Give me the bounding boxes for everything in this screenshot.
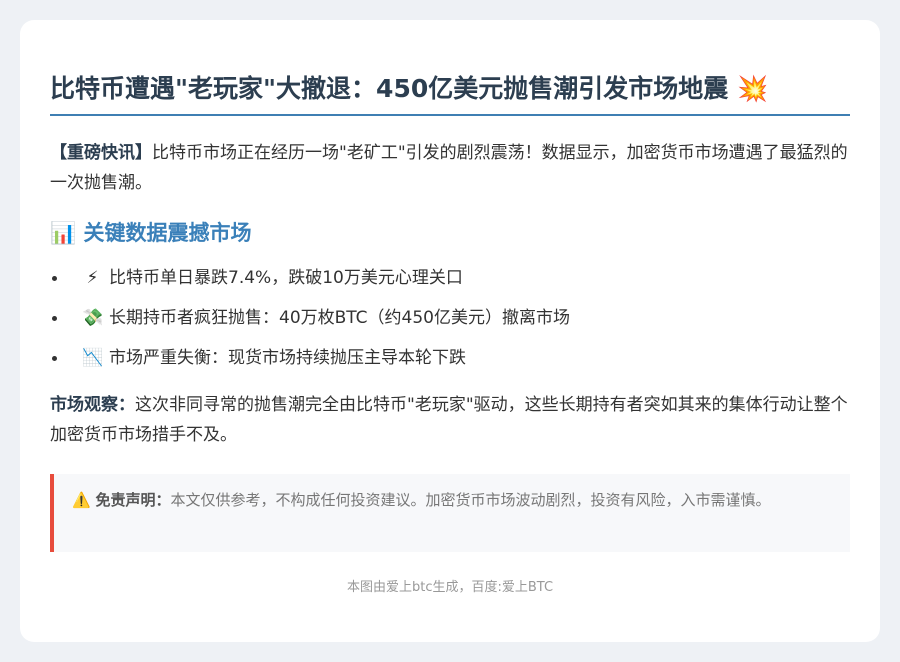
disclaimer-box: ⚠️ 免责声明：本文仅供参考，不构成任何投资建议。加密货币市场波动剧烈，投资有风… — [50, 474, 850, 552]
list-item-text: 长期持币者疯狂抛售：40万枚BTC（约450亿美元）撤离市场 — [109, 308, 570, 328]
collision-icon: 💥 — [736, 74, 769, 103]
intro-paragraph: 【重磅快讯】比特币市场正在经历一场"老矿工"引发的剧烈震荡！数据显示，加密货币市… — [50, 138, 850, 198]
article-card: 比特币遭遇"老玩家"大撤退：450亿美元抛售潮引发市场地震 💥 【重磅快讯】比特… — [20, 20, 880, 642]
list-item: 💸 长期持币者疯狂抛售：40万枚BTC（约450亿美元）撤离市场 — [52, 298, 850, 338]
article-title: 比特币遭遇"老玩家"大撤退：450亿美元抛售潮引发市场地震 💥 — [50, 72, 850, 116]
list-item: ⚡ 比特币单日暴跌7.4%，跌破10万美元心理关口 — [52, 258, 850, 298]
observation-text: 这次非同寻常的抛售潮完全由比特币"老玩家"驱动，这些长期持有者突如其来的集体行动… — [50, 395, 848, 445]
lightning-icon: ⚡ — [86, 268, 99, 288]
intro-label: 【重磅快讯】 — [50, 143, 152, 163]
section-heading-text: 关键数据震撼市场 — [83, 221, 252, 245]
list-item: 📉 市场严重失衡：现货市场持续抛压主导本轮下跌 — [52, 338, 850, 378]
observation-paragraph: 市场观察：这次非同寻常的抛售潮完全由比特币"老玩家"驱动，这些长期持有者突如其来… — [50, 390, 850, 450]
section-heading: 📊 关键数据震撼市场 — [50, 216, 850, 250]
key-data-list: ⚡ 比特币单日暴跌7.4%，跌破10万美元心理关口 💸 长期持币者疯狂抛售：40万枚… — [50, 258, 850, 378]
chart-decreasing-icon: 📉 — [82, 348, 104, 368]
list-item-text: 市场严重失衡：现货市场持续抛压主导本轮下跌 — [109, 348, 466, 368]
bar-chart-icon: 📊 — [50, 221, 77, 245]
footer-credit: 本图由爱上btc生成，百度:爱上BTC — [346, 580, 554, 595]
observation-label: 市场观察： — [50, 395, 135, 415]
money-wings-icon: 💸 — [82, 308, 104, 328]
title-text: 比特币遭遇"老玩家"大撤退：450亿美元抛售潮引发市场地震 — [50, 74, 729, 103]
warning-icon: ⚠️ — [72, 491, 91, 509]
intro-text: 比特币市场正在经历一场"老矿工"引发的剧烈震荡！数据显示，加密货币市场遭遇了最猛… — [50, 143, 848, 193]
list-item-text: 比特币单日暴跌7.4%，跌破10万美元心理关口 — [109, 268, 463, 288]
disclaimer-label: 免责声明： — [95, 491, 171, 509]
disclaimer-text: 本文仅供参考，不构成任何投资建议。加密货币市场波动剧烈，投资有风险，入市需谨慎。 — [170, 491, 771, 509]
